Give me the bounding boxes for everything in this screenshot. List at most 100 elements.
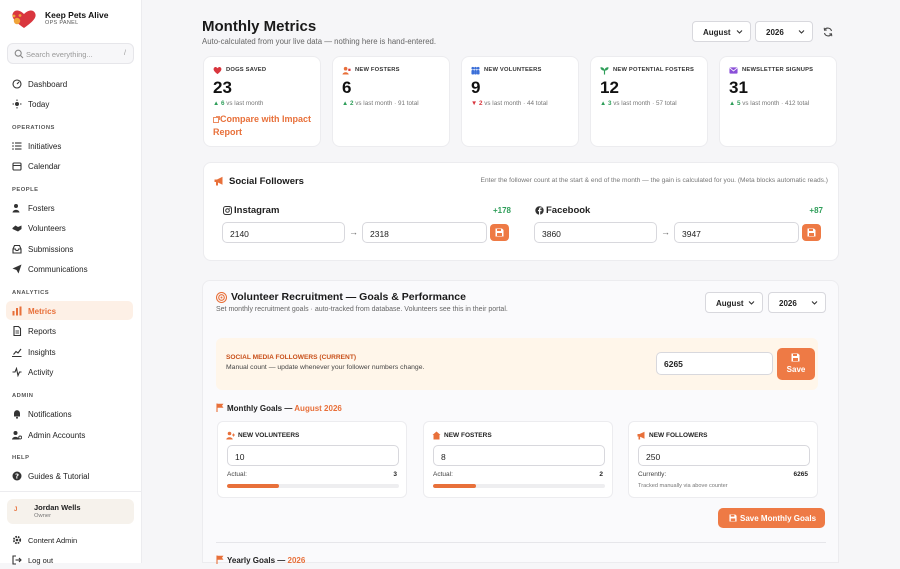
logout-link[interactable]: Log out bbox=[6, 550, 133, 569]
sidebar-item-label: Reports bbox=[28, 326, 57, 336]
brand-name: Keep Pets Alive bbox=[45, 10, 109, 20]
trend-down-icon: ▼ bbox=[471, 100, 478, 107]
month-select[interactable]: August bbox=[692, 21, 751, 42]
arrow-right-icon: → bbox=[349, 227, 358, 237]
sidebar-item-metrics[interactable]: Metrics bbox=[6, 301, 133, 320]
refresh-icon[interactable] bbox=[823, 27, 833, 37]
list-icon bbox=[12, 142, 22, 150]
platform-name: Facebook bbox=[546, 205, 591, 216]
search-placeholder: Search everything... bbox=[26, 50, 93, 59]
goal-input[interactable]: 10 bbox=[227, 445, 399, 466]
instagram-block: Instagram +178 2140 → 2318 bbox=[222, 205, 518, 251]
sidebar-item-dashboard[interactable]: Dashboard bbox=[6, 74, 133, 93]
facebook-save-button[interactable] bbox=[802, 224, 821, 241]
section-analytics: ANALYTICS bbox=[12, 290, 50, 296]
banner-title: SOCIAL MEDIA FOLLOWERS (CURRENT) bbox=[226, 354, 357, 361]
link-label: Compare with Impact Report bbox=[213, 114, 312, 137]
sidebar-item-guides[interactable]: ? Guides & Tutorial bbox=[6, 466, 133, 485]
stat-value: 6 bbox=[342, 78, 352, 97]
recruit-year-select[interactable]: 2026 bbox=[768, 292, 826, 313]
save-followers-button[interactable]: Save bbox=[777, 348, 815, 380]
stat-label: DOGS SAVED bbox=[226, 67, 267, 73]
input-value: 8 bbox=[441, 452, 446, 462]
stat-label: NEW VOLUNTEERS bbox=[484, 67, 542, 73]
social-followers-current-banner: SOCIAL MEDIA FOLLOWERS (CURRENT) Manual … bbox=[216, 338, 818, 390]
instagram-save-button[interactable] bbox=[490, 224, 509, 241]
instagram-end-input[interactable]: 2318 bbox=[362, 222, 487, 243]
sidebar-item-label: Admin Accounts bbox=[28, 430, 86, 440]
sidebar-item-label: Calendar bbox=[28, 161, 61, 171]
input-value: 3947 bbox=[682, 229, 701, 239]
trend-up-icon: ▲ bbox=[213, 100, 220, 107]
content-admin-link[interactable]: Content Admin bbox=[6, 530, 133, 549]
heart-icon bbox=[213, 66, 222, 75]
facebook-start-input[interactable]: 3860 bbox=[534, 222, 657, 243]
sidebar-item-label: Insights bbox=[28, 347, 56, 357]
stat-card-new-fosters: NEW FOSTERS 6 ▲ 2 vs last month · 91 tot… bbox=[332, 56, 450, 147]
input-value: 3860 bbox=[542, 229, 561, 239]
instagram-icon bbox=[223, 206, 232, 215]
section-admin: ADMIN bbox=[12, 393, 34, 399]
year-select-value: 2026 bbox=[779, 299, 797, 308]
sidebar-item-label: Communications bbox=[28, 264, 88, 274]
current-followers-input[interactable]: 6265 bbox=[656, 352, 773, 375]
people-icon bbox=[12, 204, 20, 213]
sidebar-item-calendar[interactable]: Calendar bbox=[6, 156, 133, 175]
input-value: 2140 bbox=[230, 229, 249, 239]
trend-icon bbox=[12, 348, 22, 357]
year-select[interactable]: 2026 bbox=[755, 21, 813, 42]
stat-delta: ▲ 5 vs last month · 412 total bbox=[729, 100, 809, 107]
send-icon bbox=[12, 264, 22, 274]
chevron-down-icon bbox=[736, 30, 743, 34]
save-icon bbox=[729, 514, 737, 522]
logout-icon bbox=[12, 555, 22, 565]
delta-suffix: vs last month · 44 total bbox=[482, 100, 548, 107]
sidebar-item-reports[interactable]: Reports bbox=[6, 321, 133, 340]
mail-icon bbox=[729, 67, 738, 74]
sidebar-item-activity[interactable]: Activity bbox=[6, 362, 133, 381]
compare-impact-report-link[interactable]: Compare with Impact Report bbox=[213, 113, 323, 139]
goal-progress-fill bbox=[433, 484, 476, 488]
person-home-icon bbox=[342, 66, 351, 75]
currently-value: 6265 bbox=[793, 471, 808, 478]
currently-label: Currently: bbox=[638, 471, 667, 478]
save-goals-label: Save Monthly Goals bbox=[740, 514, 817, 523]
sidebar-item-label: Initiatives bbox=[28, 141, 62, 151]
yearly-goals-heading: Yearly Goals — 2026 bbox=[227, 556, 305, 565]
sidebar-item-notifications[interactable]: Notifications bbox=[6, 404, 133, 423]
logout-label: Log out bbox=[28, 555, 54, 565]
sidebar-item-insights[interactable]: Insights bbox=[6, 342, 133, 361]
user-name: Jordan Wells bbox=[34, 503, 81, 512]
page-subtitle: Auto-calculated from your live data — no… bbox=[202, 37, 437, 46]
actual-label: Actual: bbox=[433, 471, 453, 478]
inbox-icon bbox=[12, 244, 22, 254]
brand-subtitle: OPS PANEL bbox=[45, 20, 79, 26]
goal-input[interactable]: 8 bbox=[433, 445, 605, 466]
stat-card-dogs-saved: DOGS SAVED 23 ▲ 6 vs last month Compare … bbox=[203, 56, 321, 147]
sidebar-item-admin-accounts[interactable]: Admin Accounts bbox=[6, 425, 133, 444]
recruit-month-select[interactable]: August bbox=[705, 292, 763, 313]
sidebar-item-fosters[interactable]: Fosters bbox=[6, 198, 133, 217]
sidebar-item-volunteers[interactable]: Volunteers bbox=[6, 218, 133, 237]
user-card[interactable]: J Jordan Wells Owner bbox=[7, 499, 134, 524]
goal-input[interactable]: 250 bbox=[638, 445, 810, 466]
goal-card-new-volunteers: NEW VOLUNTEERS 10 Actual: 3 bbox=[217, 421, 407, 498]
seedling-icon bbox=[600, 67, 609, 75]
sidebar-item-communications[interactable]: Communications bbox=[6, 259, 133, 278]
chevron-down-icon bbox=[748, 301, 755, 305]
instagram-start-input[interactable]: 2140 bbox=[222, 222, 345, 243]
sidebar-item-submissions[interactable]: Submissions bbox=[6, 239, 133, 258]
heading-label: Monthly Goals — bbox=[227, 404, 293, 413]
tracked-note: Tracked manually via above counter bbox=[638, 483, 728, 489]
brand[interactable]: Keep Pets Alive OPS PANEL bbox=[10, 8, 135, 30]
sidebar-item-label: Dashboard bbox=[28, 79, 68, 89]
sun-icon bbox=[12, 99, 22, 109]
facebook-end-input[interactable]: 3947 bbox=[674, 222, 799, 243]
sidebar-item-initiatives[interactable]: Initiatives bbox=[6, 136, 133, 155]
save-monthly-goals-button[interactable]: Save Monthly Goals bbox=[718, 508, 825, 528]
sidebar-item-today[interactable]: Today bbox=[6, 94, 133, 113]
month-select-value: August bbox=[703, 28, 731, 37]
goal-progress-fill bbox=[227, 484, 279, 488]
bar-chart-icon bbox=[12, 306, 22, 316]
search-input[interactable]: Search everything... / bbox=[7, 43, 134, 64]
